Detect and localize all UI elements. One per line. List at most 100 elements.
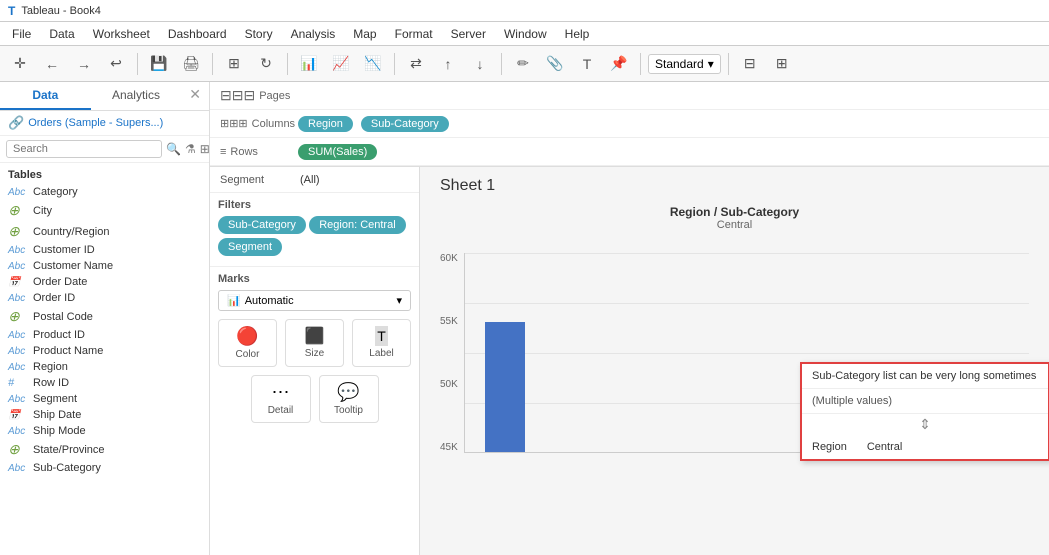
- marks-card-size[interactable]: ⬛ Size: [285, 319, 344, 367]
- menu-story[interactable]: Story: [237, 25, 281, 43]
- toolbar-sort-desc[interactable]: ↓: [466, 50, 494, 78]
- field-label: Region: [33, 361, 68, 373]
- menu-data[interactable]: Data: [41, 25, 82, 43]
- columns-pill-subcategory[interactable]: Sub-Category: [361, 116, 449, 132]
- filter-region-central[interactable]: Region: Central: [309, 216, 405, 234]
- color-label: Color: [236, 349, 260, 360]
- field-ship-mode[interactable]: Abc Ship Mode: [0, 423, 209, 439]
- search-input[interactable]: [6, 140, 162, 158]
- filter-icon[interactable]: ⚗: [185, 142, 196, 156]
- toolbar-sep-5: [501, 53, 502, 75]
- field-city[interactable]: ⊕ City: [0, 200, 209, 221]
- bar-bookcases: [485, 322, 525, 452]
- field-customer-name[interactable]: Abc Customer Name: [0, 258, 209, 274]
- field-label: Order ID: [33, 292, 75, 304]
- field-customer-id[interactable]: Abc Customer ID: [0, 242, 209, 258]
- field-label: Product ID: [33, 329, 85, 341]
- menu-dashboard[interactable]: Dashboard: [160, 25, 235, 43]
- marks-card-color[interactable]: 🔴 Color: [218, 319, 277, 367]
- menu-map[interactable]: Map: [345, 25, 384, 43]
- y-label-50k: 50K: [440, 379, 458, 390]
- toolbar-annotate[interactable]: 📎: [541, 50, 569, 78]
- toolbar-text[interactable]: T: [573, 50, 601, 78]
- toolbar-sep-2: [212, 53, 213, 75]
- label-label: Label: [369, 348, 393, 359]
- filter-sub-category[interactable]: Sub-Category: [218, 216, 306, 234]
- toolbar-save[interactable]: 💾: [145, 50, 173, 78]
- field-state[interactable]: ⊕ State/Province: [0, 439, 209, 460]
- marks-type-dropdown[interactable]: 📊 Automatic ▾: [218, 290, 411, 311]
- toolbar-chart3[interactable]: 📉: [359, 50, 387, 78]
- tab-analytics[interactable]: Analytics: [91, 82, 182, 110]
- menu-analysis[interactable]: Analysis: [283, 25, 344, 43]
- toolbar-back[interactable]: ←: [38, 50, 66, 78]
- datasource-icon: 🔗: [8, 115, 24, 131]
- detail-icon: ⋯: [272, 382, 290, 403]
- columns-pill-region[interactable]: Region: [298, 116, 353, 132]
- chart-sub-label: Central: [440, 219, 1029, 231]
- menu-file[interactable]: File: [4, 25, 39, 43]
- field-order-date[interactable]: 📅 Order Date: [0, 274, 209, 290]
- tooltip-label: Tooltip: [334, 405, 363, 416]
- view-toggle-icon[interactable]: ⊞: [200, 142, 210, 156]
- toolbar-pin[interactable]: 📌: [605, 50, 633, 78]
- toolbar-bar-chart[interactable]: 📊: [295, 50, 323, 78]
- field-label: Ship Mode: [33, 425, 86, 437]
- columns-label: ⊞⊞⊞ Columns: [220, 117, 290, 130]
- marks-bar-icon: 📊: [227, 294, 241, 307]
- field-label: Product Name: [33, 345, 103, 357]
- menu-window[interactable]: Window: [496, 25, 555, 43]
- toolbar-undo[interactable]: ↩: [102, 50, 130, 78]
- field-order-id[interactable]: Abc Order ID: [0, 290, 209, 306]
- field-label: Country/Region: [33, 226, 109, 238]
- tooltip-region-value: Central: [867, 441, 902, 453]
- tooltip-popup: Sub-Category list can be very long somet…: [800, 362, 1049, 461]
- field-product-id[interactable]: Abc Product ID: [0, 327, 209, 343]
- menu-server[interactable]: Server: [443, 25, 494, 43]
- field-sub-category[interactable]: Abc Sub-Category: [0, 460, 209, 476]
- tooltip-value: (Multiple values): [802, 389, 1048, 414]
- field-product-name[interactable]: Abc Product Name: [0, 343, 209, 359]
- panel-close[interactable]: ✕: [181, 82, 209, 110]
- rows-pill-sales[interactable]: SUM(Sales): [298, 144, 377, 160]
- toolbar-connect[interactable]: ⊞: [220, 50, 248, 78]
- marks-card-tooltip[interactable]: 💬 Tooltip: [319, 375, 379, 423]
- standard-dropdown[interactable]: Standard ▾: [648, 54, 721, 74]
- field-segment[interactable]: Abc Segment: [0, 391, 209, 407]
- data-source-row[interactable]: 🔗 Orders (Sample - Supers...): [0, 111, 209, 136]
- toolbar-highlight[interactable]: ✏: [509, 50, 537, 78]
- label-icon: T: [375, 326, 388, 346]
- toolbar-forward[interactable]: →: [70, 50, 98, 78]
- y-label-45k: 45K: [440, 442, 458, 453]
- search-icon[interactable]: 🔍: [166, 142, 181, 156]
- toolbar-crosshair[interactable]: ✛: [6, 50, 34, 78]
- tab-data[interactable]: Data: [0, 82, 91, 110]
- chart-area: Sheet 1 Region / Sub-Category Central 60…: [420, 167, 1049, 555]
- field-postal-code[interactable]: ⊕ Postal Code: [0, 306, 209, 327]
- marks-card-detail[interactable]: ⋯ Detail: [251, 375, 311, 423]
- field-region[interactable]: Abc Region: [0, 359, 209, 375]
- field-label: Postal Code: [33, 311, 93, 323]
- toolbar-view2[interactable]: ⊞: [768, 50, 796, 78]
- field-country[interactable]: ⊕ Country/Region: [0, 221, 209, 242]
- menu-format[interactable]: Format: [387, 25, 441, 43]
- toolbar: ✛ ← → ↩ 💾 🖨 ⊞ ↻ 📊 📈 📉 ⇄ ↑ ↓ ✏ 📎 T 📌 Stan…: [0, 46, 1049, 82]
- menu-worksheet[interactable]: Worksheet: [85, 25, 158, 43]
- toolbar-sort-asc[interactable]: ↑: [434, 50, 462, 78]
- toolbar-redo[interactable]: ↻: [252, 50, 280, 78]
- tooltip-region-row: Region Central: [802, 435, 1048, 459]
- field-row-id[interactable]: # Row ID: [0, 375, 209, 391]
- toolbar-swap[interactable]: ⇄: [402, 50, 430, 78]
- field-category[interactable]: Abc Category: [0, 184, 209, 200]
- pages-label: ⊟⊟⊟ Pages: [220, 87, 290, 104]
- field-ship-date[interactable]: 📅 Ship Date: [0, 407, 209, 423]
- columns-icon: ⊞⊞⊞: [220, 117, 248, 130]
- tooltip-resize-handle[interactable]: ⇕: [802, 414, 1048, 435]
- marks-card-label[interactable]: T Label: [352, 319, 411, 367]
- toolbar-chart2[interactable]: 📈: [327, 50, 355, 78]
- rows-icon: ≡: [220, 146, 226, 158]
- toolbar-view1[interactable]: ⊟: [736, 50, 764, 78]
- filter-segment[interactable]: Segment: [218, 238, 282, 256]
- toolbar-print[interactable]: 🖨: [177, 50, 205, 78]
- menu-help[interactable]: Help: [557, 25, 598, 43]
